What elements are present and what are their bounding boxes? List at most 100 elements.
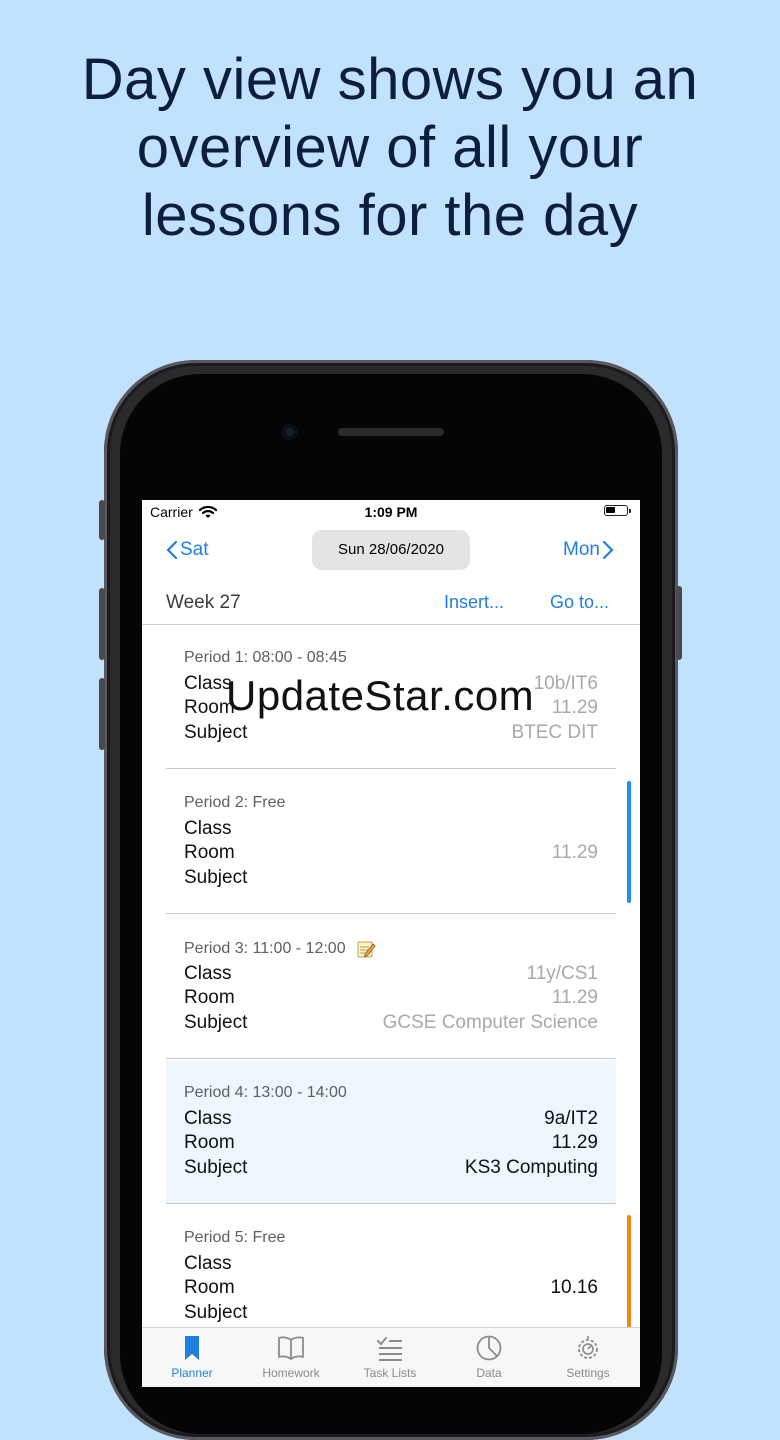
- class-value: 10b/IT6: [533, 673, 598, 694]
- class-label: Class: [184, 818, 232, 839]
- previous-day-button[interactable]: Sat: [166, 539, 209, 561]
- period-title-text: Period 1: 08:00 - 08:45: [184, 649, 347, 666]
- week-label: Week 27: [166, 592, 241, 613]
- period-card-2[interactable]: Period 2: Free Class Room 11.29 Subject: [166, 770, 616, 914]
- class-label: Class: [184, 1253, 232, 1274]
- subject-value: GCSE Computer Science: [382, 1012, 598, 1033]
- tab-homework[interactable]: Homework: [241, 1334, 341, 1380]
- period-title-text: Period 3: 11:00 - 12:00: [184, 940, 346, 957]
- subject-value: KS3 Computing: [464, 1157, 598, 1178]
- period-title: Period 1: 08:00 - 08:45: [184, 649, 347, 667]
- checklist-icon: [377, 1337, 402, 1361]
- battery-icon: [604, 505, 631, 516]
- pie-chart-icon: [476, 1335, 502, 1361]
- previous-day-label: Sat: [180, 539, 209, 560]
- subject-label: Subject: [184, 1302, 248, 1323]
- tab-data-label: Data: [476, 1366, 502, 1380]
- subject-row: Subject: [184, 1302, 598, 1326]
- room-value: 10.16: [550, 1277, 598, 1298]
- room-label: Room: [184, 1132, 235, 1153]
- period-card-4[interactable]: Period 4: 13:00 - 14:00 Class 9a/IT2 Roo…: [166, 1060, 616, 1204]
- headline-line-1: Day view shows you an: [81, 47, 699, 112]
- tab-settings-label: Settings: [566, 1366, 610, 1380]
- room-row: Room 11.29: [184, 697, 598, 721]
- headline: Day view shows you an overview of all yo…: [0, 46, 780, 250]
- earpiece-speaker: [338, 428, 444, 436]
- front-camera: [282, 424, 298, 440]
- period-5-indicator: [627, 1215, 631, 1335]
- app-screen: Carrier 1:09 PM Sat Sun 28/06/2020 Mon W…: [142, 500, 640, 1387]
- day-navigation-bar: Sat Sun 28/06/2020 Mon: [142, 528, 640, 574]
- subject-label: Subject: [184, 1012, 248, 1033]
- class-row: Class 11y/CS1: [184, 963, 598, 987]
- period-card-3[interactable]: Period 3: 11:00 - 12:00 Class 11y/CS1 Ro…: [166, 915, 616, 1059]
- subject-label: Subject: [184, 722, 248, 743]
- subject-row: Subject BTEC DIT: [184, 722, 598, 746]
- subject-label: Subject: [184, 867, 248, 888]
- insert-button[interactable]: Insert...: [444, 592, 504, 613]
- room-label: Room: [184, 1277, 235, 1298]
- room-row: Room 10.16: [184, 1277, 598, 1301]
- note-pencil-icon: [357, 941, 376, 958]
- period-title: Period 4: 13:00 - 14:00: [184, 1084, 347, 1102]
- status-bar: Carrier 1:09 PM: [142, 500, 640, 524]
- tab-data[interactable]: Data: [439, 1334, 539, 1380]
- headline-line-2: overview of all your: [136, 115, 644, 180]
- next-day-button[interactable]: Mon: [563, 539, 614, 561]
- tab-task-lists[interactable]: Task Lists: [340, 1334, 440, 1380]
- current-date-button[interactable]: Sun 28/06/2020: [312, 530, 470, 570]
- tab-planner[interactable]: Planner: [142, 1334, 242, 1380]
- phone-volume-down: [99, 678, 105, 750]
- book-icon: [278, 1336, 304, 1360]
- room-row: Room 11.29: [184, 987, 598, 1011]
- subject-label: Subject: [184, 1157, 248, 1178]
- chevron-right-icon: [602, 540, 614, 560]
- class-label: Class: [184, 963, 232, 984]
- period-title-text: Period 2: Free: [184, 794, 286, 811]
- subject-row: Subject: [184, 867, 598, 891]
- tab-homework-label: Homework: [262, 1366, 320, 1380]
- subject-value: BTEC DIT: [511, 722, 598, 743]
- tab-task-lists-label: Task Lists: [363, 1366, 417, 1380]
- status-time: 1:09 PM: [364, 504, 418, 520]
- bookmark-icon: [185, 1336, 199, 1360]
- room-label: Room: [184, 697, 235, 718]
- tab-bar: Planner Homework Task Lists Data Setting…: [142, 1327, 640, 1387]
- room-row: Room 11.29: [184, 1132, 598, 1156]
- room-value: 11.29: [551, 697, 598, 718]
- period-title-text: Period 5: Free: [184, 1229, 286, 1246]
- chevron-left-icon: [166, 540, 178, 560]
- tab-planner-label: Planner: [171, 1366, 213, 1380]
- class-row: Class 9a/IT2: [184, 1108, 598, 1132]
- class-row: Class 10b/IT6: [184, 673, 598, 697]
- class-value: 9a/IT2: [544, 1108, 598, 1129]
- goto-button[interactable]: Go to...: [550, 592, 609, 613]
- room-label: Room: [184, 987, 235, 1008]
- period-title-text: Period 4: 13:00 - 14:00: [184, 1084, 347, 1101]
- gear-icon: [578, 1336, 598, 1359]
- phone-power-button: [676, 586, 682, 660]
- room-value: 11.29: [551, 987, 598, 1008]
- class-label: Class: [184, 673, 232, 694]
- class-row: Class: [184, 818, 598, 842]
- period-2-indicator: [627, 781, 631, 903]
- subject-row: Subject GCSE Computer Science: [184, 1012, 598, 1036]
- class-label: Class: [184, 1108, 232, 1129]
- week-toolbar: Week 27 Insert... Go to...: [142, 584, 640, 625]
- room-value: 11.29: [551, 1132, 598, 1153]
- period-card-1[interactable]: Period 1: 08:00 - 08:45 Class 10b/IT6 Ro…: [166, 625, 616, 769]
- period-title: Period 5: Free: [184, 1229, 285, 1247]
- next-day-label: Mon: [563, 539, 600, 560]
- class-row: Class: [184, 1253, 598, 1277]
- period-title: Period 3: 11:00 - 12:00: [184, 939, 376, 959]
- room-label: Room: [184, 842, 235, 863]
- room-value: 11.29: [551, 842, 598, 863]
- class-value: 11y/CS1: [526, 963, 598, 984]
- phone-mute-switch: [99, 500, 105, 540]
- subject-row: Subject KS3 Computing: [184, 1157, 598, 1181]
- room-row: Room 11.29: [184, 842, 598, 866]
- phone-volume-up: [99, 588, 105, 660]
- headline-line-3: lessons for the day: [141, 183, 639, 248]
- period-title: Period 2: Free: [184, 794, 285, 812]
- tab-settings[interactable]: Settings: [538, 1334, 638, 1380]
